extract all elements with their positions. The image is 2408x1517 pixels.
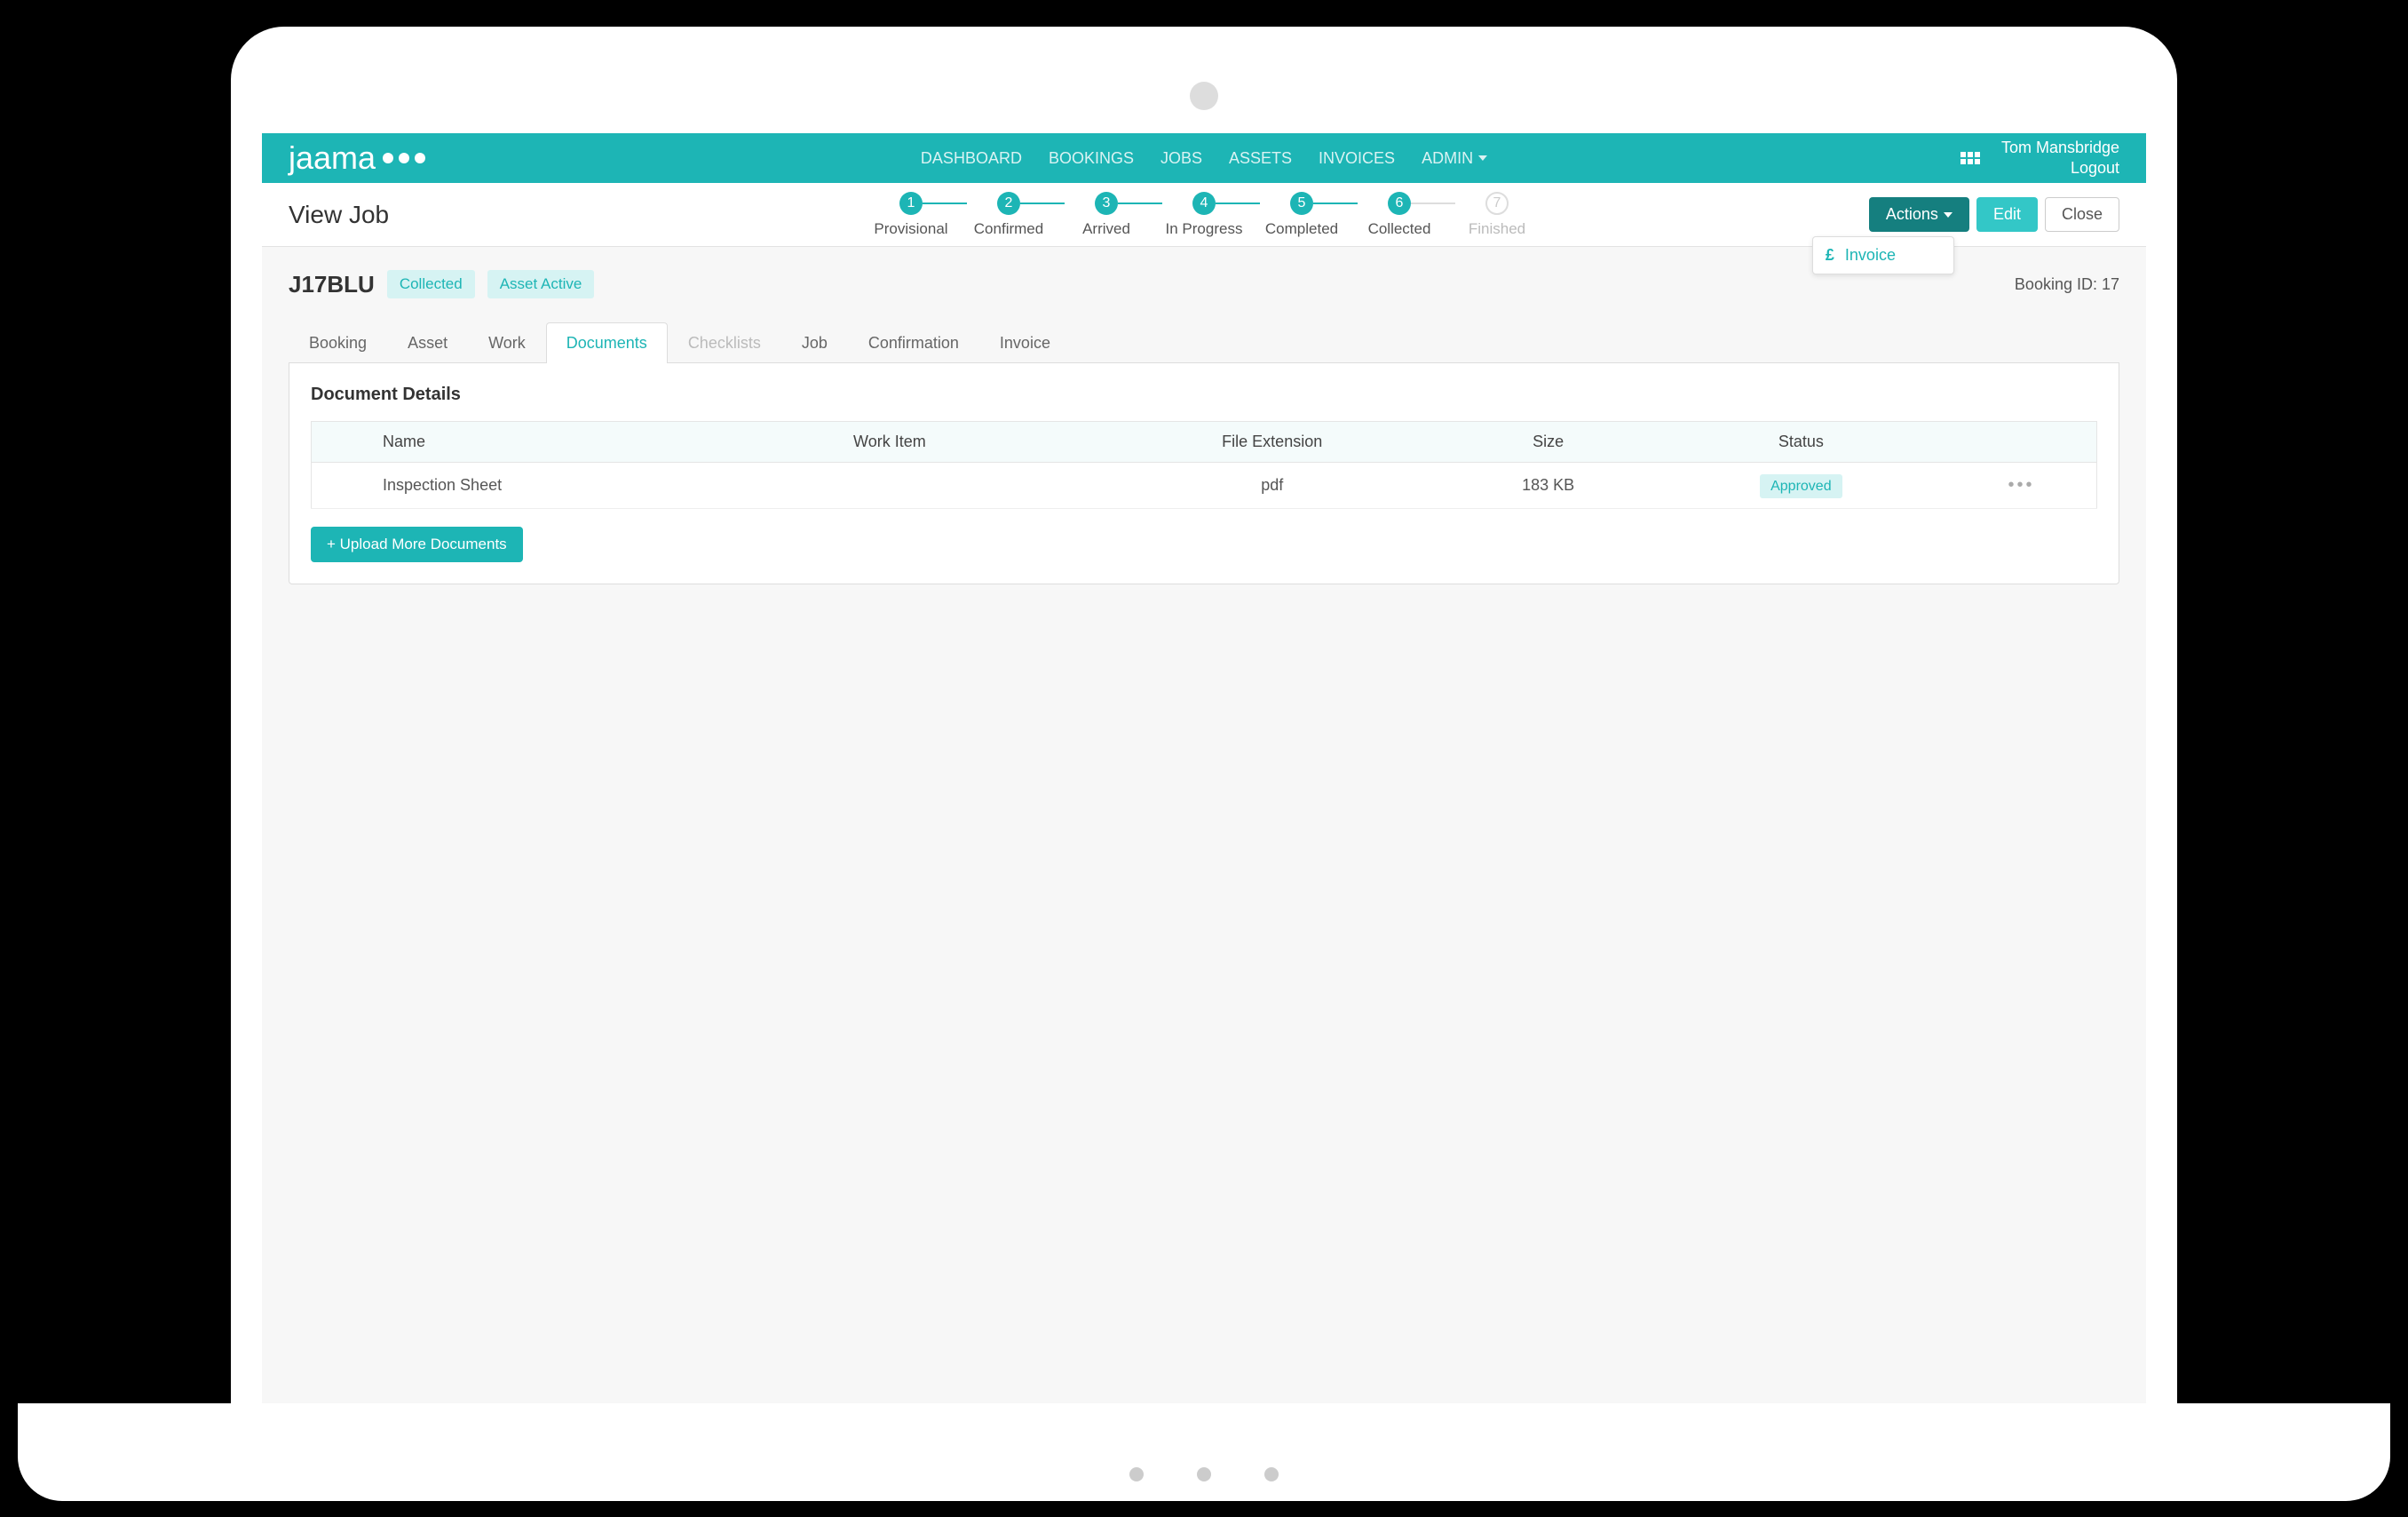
app-screen: jaama DASHBOARD BOOKINGS JOBS ASSETS INV… <box>262 133 2146 1403</box>
cell-status: Approved <box>1656 463 1946 509</box>
upload-more-button[interactable]: + Upload More Documents <box>311 527 523 562</box>
user-name: Tom Mansbridge <box>2001 138 2119 158</box>
step-in-progress[interactable]: 4 In Progress <box>1155 192 1253 238</box>
status-badge: Approved <box>1760 474 1842 498</box>
step-label: Finished <box>1469 220 1525 238</box>
col-name: Name <box>312 422 838 463</box>
step-number: 1 <box>899 192 923 215</box>
job-reference: J17BLU <box>289 271 375 298</box>
toolbar: View Job 1 Provisional 2 Confirmed 3 Arr… <box>262 183 2146 247</box>
brand-dots-icon <box>383 153 425 163</box>
step-finished: 7 Finished <box>1448 192 1546 238</box>
nav-jobs[interactable]: JOBS <box>1160 149 1202 168</box>
chevron-down-icon <box>1478 155 1487 161</box>
nav-bookings[interactable]: BOOKINGS <box>1049 149 1134 168</box>
tab-booking[interactable]: Booking <box>289 322 387 363</box>
apps-grid-icon[interactable] <box>1960 152 1980 164</box>
cell-actions: ••• <box>1946 463 2096 509</box>
step-number: 5 <box>1290 192 1313 215</box>
booking-id-label: Booking ID: 17 <box>2015 275 2119 294</box>
laptop-base <box>18 1403 2390 1501</box>
cell-name: Inspection Sheet <box>312 463 838 509</box>
status-badge-collected: Collected <box>387 270 475 298</box>
topbar: jaama DASHBOARD BOOKINGS JOBS ASSETS INV… <box>262 133 2146 183</box>
cell-file-ext: pdf <box>1104 463 1441 509</box>
col-actions <box>1946 422 2096 463</box>
step-number: 7 <box>1485 192 1509 215</box>
user-block: Tom Mansbridge Logout <box>2001 138 2119 179</box>
pound-icon: £ <box>1826 246 1834 265</box>
topbar-right: Tom Mansbridge Logout <box>1960 138 2119 179</box>
col-size: Size <box>1441 422 1656 463</box>
laptop-frame: jaama DASHBOARD BOOKINGS JOBS ASSETS INV… <box>231 27 2177 1403</box>
actions-dropdown: £ Invoice <box>1812 236 1954 274</box>
ellipsis-icon[interactable]: ••• <box>2008 475 2035 495</box>
step-collected[interactable]: 6 Collected <box>1351 192 1448 238</box>
step-label: In Progress <box>1166 220 1243 238</box>
top-nav: DASHBOARD BOOKINGS JOBS ASSETS INVOICES … <box>921 149 1487 168</box>
step-arrived[interactable]: 3 Arrived <box>1057 192 1155 238</box>
dropdown-invoice-item[interactable]: Invoice <box>1845 246 1896 265</box>
page-title: View Job <box>289 201 389 229</box>
nav-dashboard[interactable]: DASHBOARD <box>921 149 1022 168</box>
step-number: 2 <box>997 192 1020 215</box>
step-number: 3 <box>1095 192 1118 215</box>
actions-button[interactable]: Actions £ Invoice <box>1869 197 1969 232</box>
col-status: Status <box>1656 422 1946 463</box>
laptop-camera-icon <box>1190 82 1218 110</box>
step-provisional[interactable]: 1 Provisional <box>862 192 960 238</box>
col-work-item: Work Item <box>837 422 1104 463</box>
step-label: Collected <box>1368 220 1431 238</box>
status-badge-asset-active: Asset Active <box>487 270 595 298</box>
table-row: Inspection Sheet pdf 183 KB Approved ••• <box>312 463 2097 509</box>
step-label: Confirmed <box>974 220 1043 238</box>
tab-confirmation[interactable]: Confirmation <box>848 322 979 363</box>
tabs: Booking Asset Work Documents Checklists … <box>289 322 2119 363</box>
nav-admin-label: ADMIN <box>1422 149 1473 168</box>
brand-text: jaama <box>289 139 376 177</box>
panel-title: Document Details <box>311 385 2097 405</box>
nav-assets[interactable]: ASSETS <box>1229 149 1292 168</box>
step-label: Completed <box>1265 220 1338 238</box>
nav-admin[interactable]: ADMIN <box>1422 149 1487 168</box>
content-area: J17BLU Collected Asset Active Booking ID… <box>262 247 2146 608</box>
tab-work[interactable]: Work <box>468 322 546 363</box>
actions-label: Actions <box>1886 205 1938 224</box>
documents-panel: Document Details Name Work Item File Ext… <box>289 363 2119 584</box>
cell-size: 183 KB <box>1441 463 1656 509</box>
base-dots-icon <box>1129 1467 1279 1481</box>
step-completed[interactable]: 5 Completed <box>1253 192 1351 238</box>
logout-link[interactable]: Logout <box>2001 158 2119 179</box>
step-confirmed[interactable]: 2 Confirmed <box>960 192 1057 238</box>
brand-logo[interactable]: jaama <box>289 139 425 177</box>
col-file-ext: File Extension <box>1104 422 1441 463</box>
table-header-row: Name Work Item File Extension Size Statu… <box>312 422 2097 463</box>
progress-steps: 1 Provisional 2 Confirmed 3 Arrived 4 In… <box>862 192 1546 238</box>
documents-table: Name Work Item File Extension Size Statu… <box>311 421 2097 509</box>
toolbar-buttons: Actions £ Invoice Edit Close <box>1869 197 2119 232</box>
tab-documents[interactable]: Documents <box>546 322 668 363</box>
close-button[interactable]: Close <box>2045 197 2119 232</box>
tab-asset[interactable]: Asset <box>387 322 468 363</box>
chevron-down-icon <box>1944 212 1953 218</box>
tab-checklists: Checklists <box>668 322 781 363</box>
edit-button[interactable]: Edit <box>1976 197 2038 232</box>
step-label: Arrived <box>1082 220 1130 238</box>
nav-invoices[interactable]: INVOICES <box>1319 149 1395 168</box>
tab-job[interactable]: Job <box>781 322 848 363</box>
step-label: Provisional <box>874 220 947 238</box>
tab-invoice[interactable]: Invoice <box>979 322 1071 363</box>
step-number: 6 <box>1388 192 1411 215</box>
cell-work-item <box>837 463 1104 509</box>
step-number: 4 <box>1192 192 1216 215</box>
